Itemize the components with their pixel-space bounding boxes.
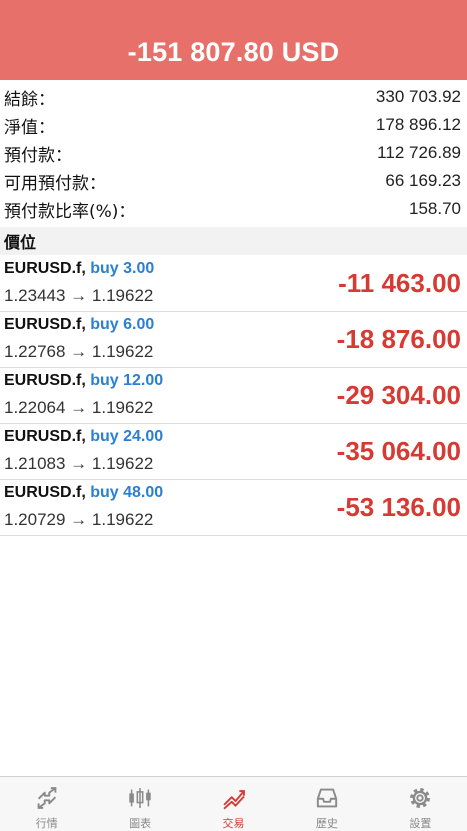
position-symbol: EURUSD.f, bbox=[4, 316, 86, 333]
position-symbol: EURUSD.f, bbox=[4, 260, 86, 277]
summary-label: 可用預付款： bbox=[4, 173, 106, 194]
settings-icon bbox=[410, 788, 431, 808]
summary-row-margin: 預付款： 112 726.89 bbox=[0, 139, 467, 167]
position-profit: -11 463.00 bbox=[338, 268, 461, 298]
position-prices: 1.20729 → 1.19622 bbox=[4, 510, 154, 529]
position-type: buy 6.00 bbox=[90, 316, 155, 333]
positions-list: EURUSD.f, buy 3.00 1.23443 → 1.19622 -11… bbox=[0, 256, 467, 536]
tab-quotes[interactable]: 行情 bbox=[0, 777, 93, 831]
position-symbol: EURUSD.f, bbox=[4, 484, 86, 501]
position-row[interactable]: EURUSD.f, buy 3.00 1.23443 → 1.19622 -11… bbox=[0, 256, 467, 312]
position-type: buy 48.00 bbox=[90, 484, 164, 501]
position-symbol-line: EURUSD.f, buy 48.00 bbox=[4, 484, 163, 502]
history-icon bbox=[316, 788, 338, 808]
summary-label: 淨值： bbox=[4, 117, 55, 138]
position-symbol: EURUSD.f, bbox=[4, 428, 86, 445]
trade-icon bbox=[222, 790, 245, 810]
tab-chart[interactable]: 圖表 bbox=[93, 777, 186, 831]
summary-value: 112 726.89 bbox=[377, 143, 461, 162]
position-type: buy 24.00 bbox=[90, 428, 164, 445]
position-symbol: EURUSD.f, bbox=[4, 372, 86, 389]
position-row[interactable]: EURUSD.f, buy 24.00 1.21083 → 1.19622 -3… bbox=[0, 424, 467, 480]
position-prices: 1.22064 → 1.19622 bbox=[4, 398, 154, 417]
summary-label: 預付款比率(%)： bbox=[4, 201, 136, 222]
tab-label: 圖表 bbox=[129, 817, 152, 830]
position-prices: 1.22768 → 1.19622 bbox=[4, 342, 154, 361]
chart-icon bbox=[129, 788, 151, 808]
summary-label: 結餘： bbox=[4, 89, 55, 110]
position-row[interactable]: EURUSD.f, buy 48.00 1.20729 → 1.19622 -5… bbox=[0, 480, 467, 536]
position-row[interactable]: EURUSD.f, buy 6.00 1.22768 → 1.19622 -18… bbox=[0, 312, 467, 368]
summary-value: 330 703.92 bbox=[375, 87, 461, 106]
header-bar: -151 807.80 USD bbox=[0, 0, 467, 80]
position-symbol-line: EURUSD.f, buy 12.00 bbox=[4, 372, 163, 390]
position-symbol-line: EURUSD.f, buy 24.00 bbox=[4, 428, 163, 446]
summary-value: 158.70 bbox=[409, 199, 461, 218]
position-profit: -53 136.00 bbox=[336, 492, 461, 522]
tab-history[interactable]: 歷史 bbox=[280, 777, 373, 831]
summary-row-margin-level: 預付款比率(%)： 158.70 bbox=[0, 195, 467, 223]
summary-row-equity: 淨值： 178 896.12 bbox=[0, 111, 467, 139]
position-profit: -29 304.00 bbox=[336, 380, 461, 410]
summary-row-free-margin: 可用預付款： 66 169.23 bbox=[0, 167, 467, 195]
position-profit: -35 064.00 bbox=[336, 436, 461, 466]
position-row[interactable]: EURUSD.f, buy 12.00 1.22064 → 1.19622 -2… bbox=[0, 368, 467, 424]
summary-label: 預付款： bbox=[4, 145, 72, 166]
position-type: buy 12.00 bbox=[90, 372, 164, 389]
position-prices: 1.21083 → 1.19622 bbox=[4, 454, 154, 473]
tab-label: 交易 bbox=[222, 817, 245, 830]
position-symbol-line: EURUSD.f, buy 3.00 bbox=[4, 260, 154, 278]
position-symbol-line: EURUSD.f, buy 6.00 bbox=[4, 316, 154, 334]
quotes-icon bbox=[37, 787, 57, 809]
tab-label: 歷史 bbox=[315, 817, 338, 830]
position-profit: -18 876.00 bbox=[336, 324, 461, 354]
total-profit: -151 807.80 USD bbox=[127, 37, 340, 67]
tab-trade[interactable]: 交易 bbox=[187, 777, 280, 831]
positions-section-header: 價位 bbox=[0, 227, 467, 255]
tab-label: 行情 bbox=[35, 817, 58, 830]
tab-label: 設置 bbox=[409, 817, 432, 830]
tab-settings[interactable]: 設置 bbox=[374, 777, 467, 831]
position-prices: 1.23443 → 1.19622 bbox=[4, 286, 154, 305]
position-type: buy 3.00 bbox=[90, 260, 155, 277]
summary-value: 178 896.12 bbox=[375, 115, 461, 134]
account-summary: 結餘： 330 703.92 淨值： 178 896.12 預付款： 112 7… bbox=[0, 83, 467, 223]
summary-row-balance: 結餘： 330 703.92 bbox=[0, 83, 467, 111]
bottom-tab-bar: 行情 圖表 交易 歷史 設置 bbox=[0, 776, 467, 831]
summary-value: 66 169.23 bbox=[385, 171, 461, 190]
